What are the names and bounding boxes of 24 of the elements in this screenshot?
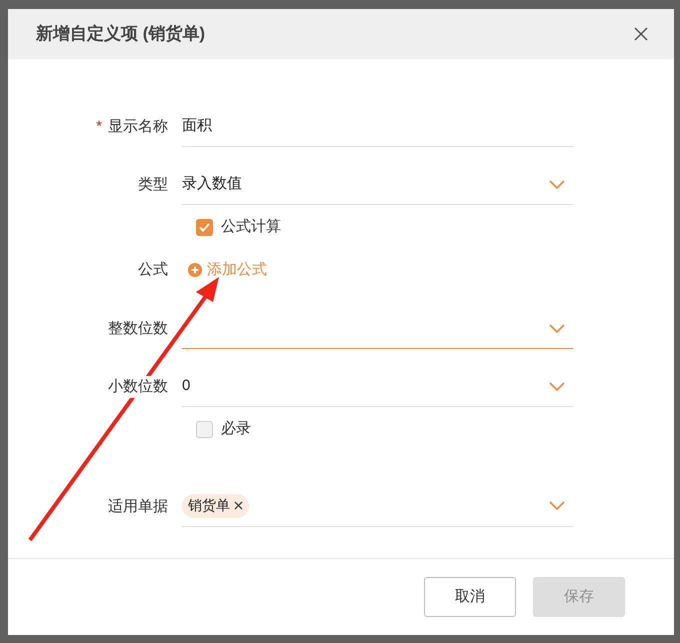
plus-circle-icon [188,263,202,277]
field-value: 0 [182,376,190,396]
checkbox[interactable] [196,218,213,236]
close-icon[interactable] [634,27,648,41]
select-field[interactable]: 销货单 [182,485,573,527]
dialog-title: 新增自定义项 (销货单) [36,23,206,46]
tag: 销货单 [182,494,249,518]
checkbox[interactable] [196,420,213,438]
remove-icon[interactable] [234,501,243,510]
cancel-button[interactable]: 取消 [424,577,516,617]
field-value: 面积 [182,116,212,136]
checkbox-label: 公式计算 [221,216,281,237]
field-label: 小数位数 [108,376,168,398]
select-field[interactable]: 录入数值 [182,165,573,205]
checkmark-icon [199,222,210,232]
chevron-down-icon [549,324,565,334]
chevron-down-icon [549,500,565,510]
chevron-down-icon [549,382,565,392]
checkbox-label: 必录 [221,418,251,439]
input-field[interactable]: 面积 [182,107,573,147]
field-value: 录入数值 [182,174,242,194]
select-field[interactable]: 0 [182,367,573,407]
required-mark: * [96,116,102,137]
chevron-down-icon [549,180,565,190]
